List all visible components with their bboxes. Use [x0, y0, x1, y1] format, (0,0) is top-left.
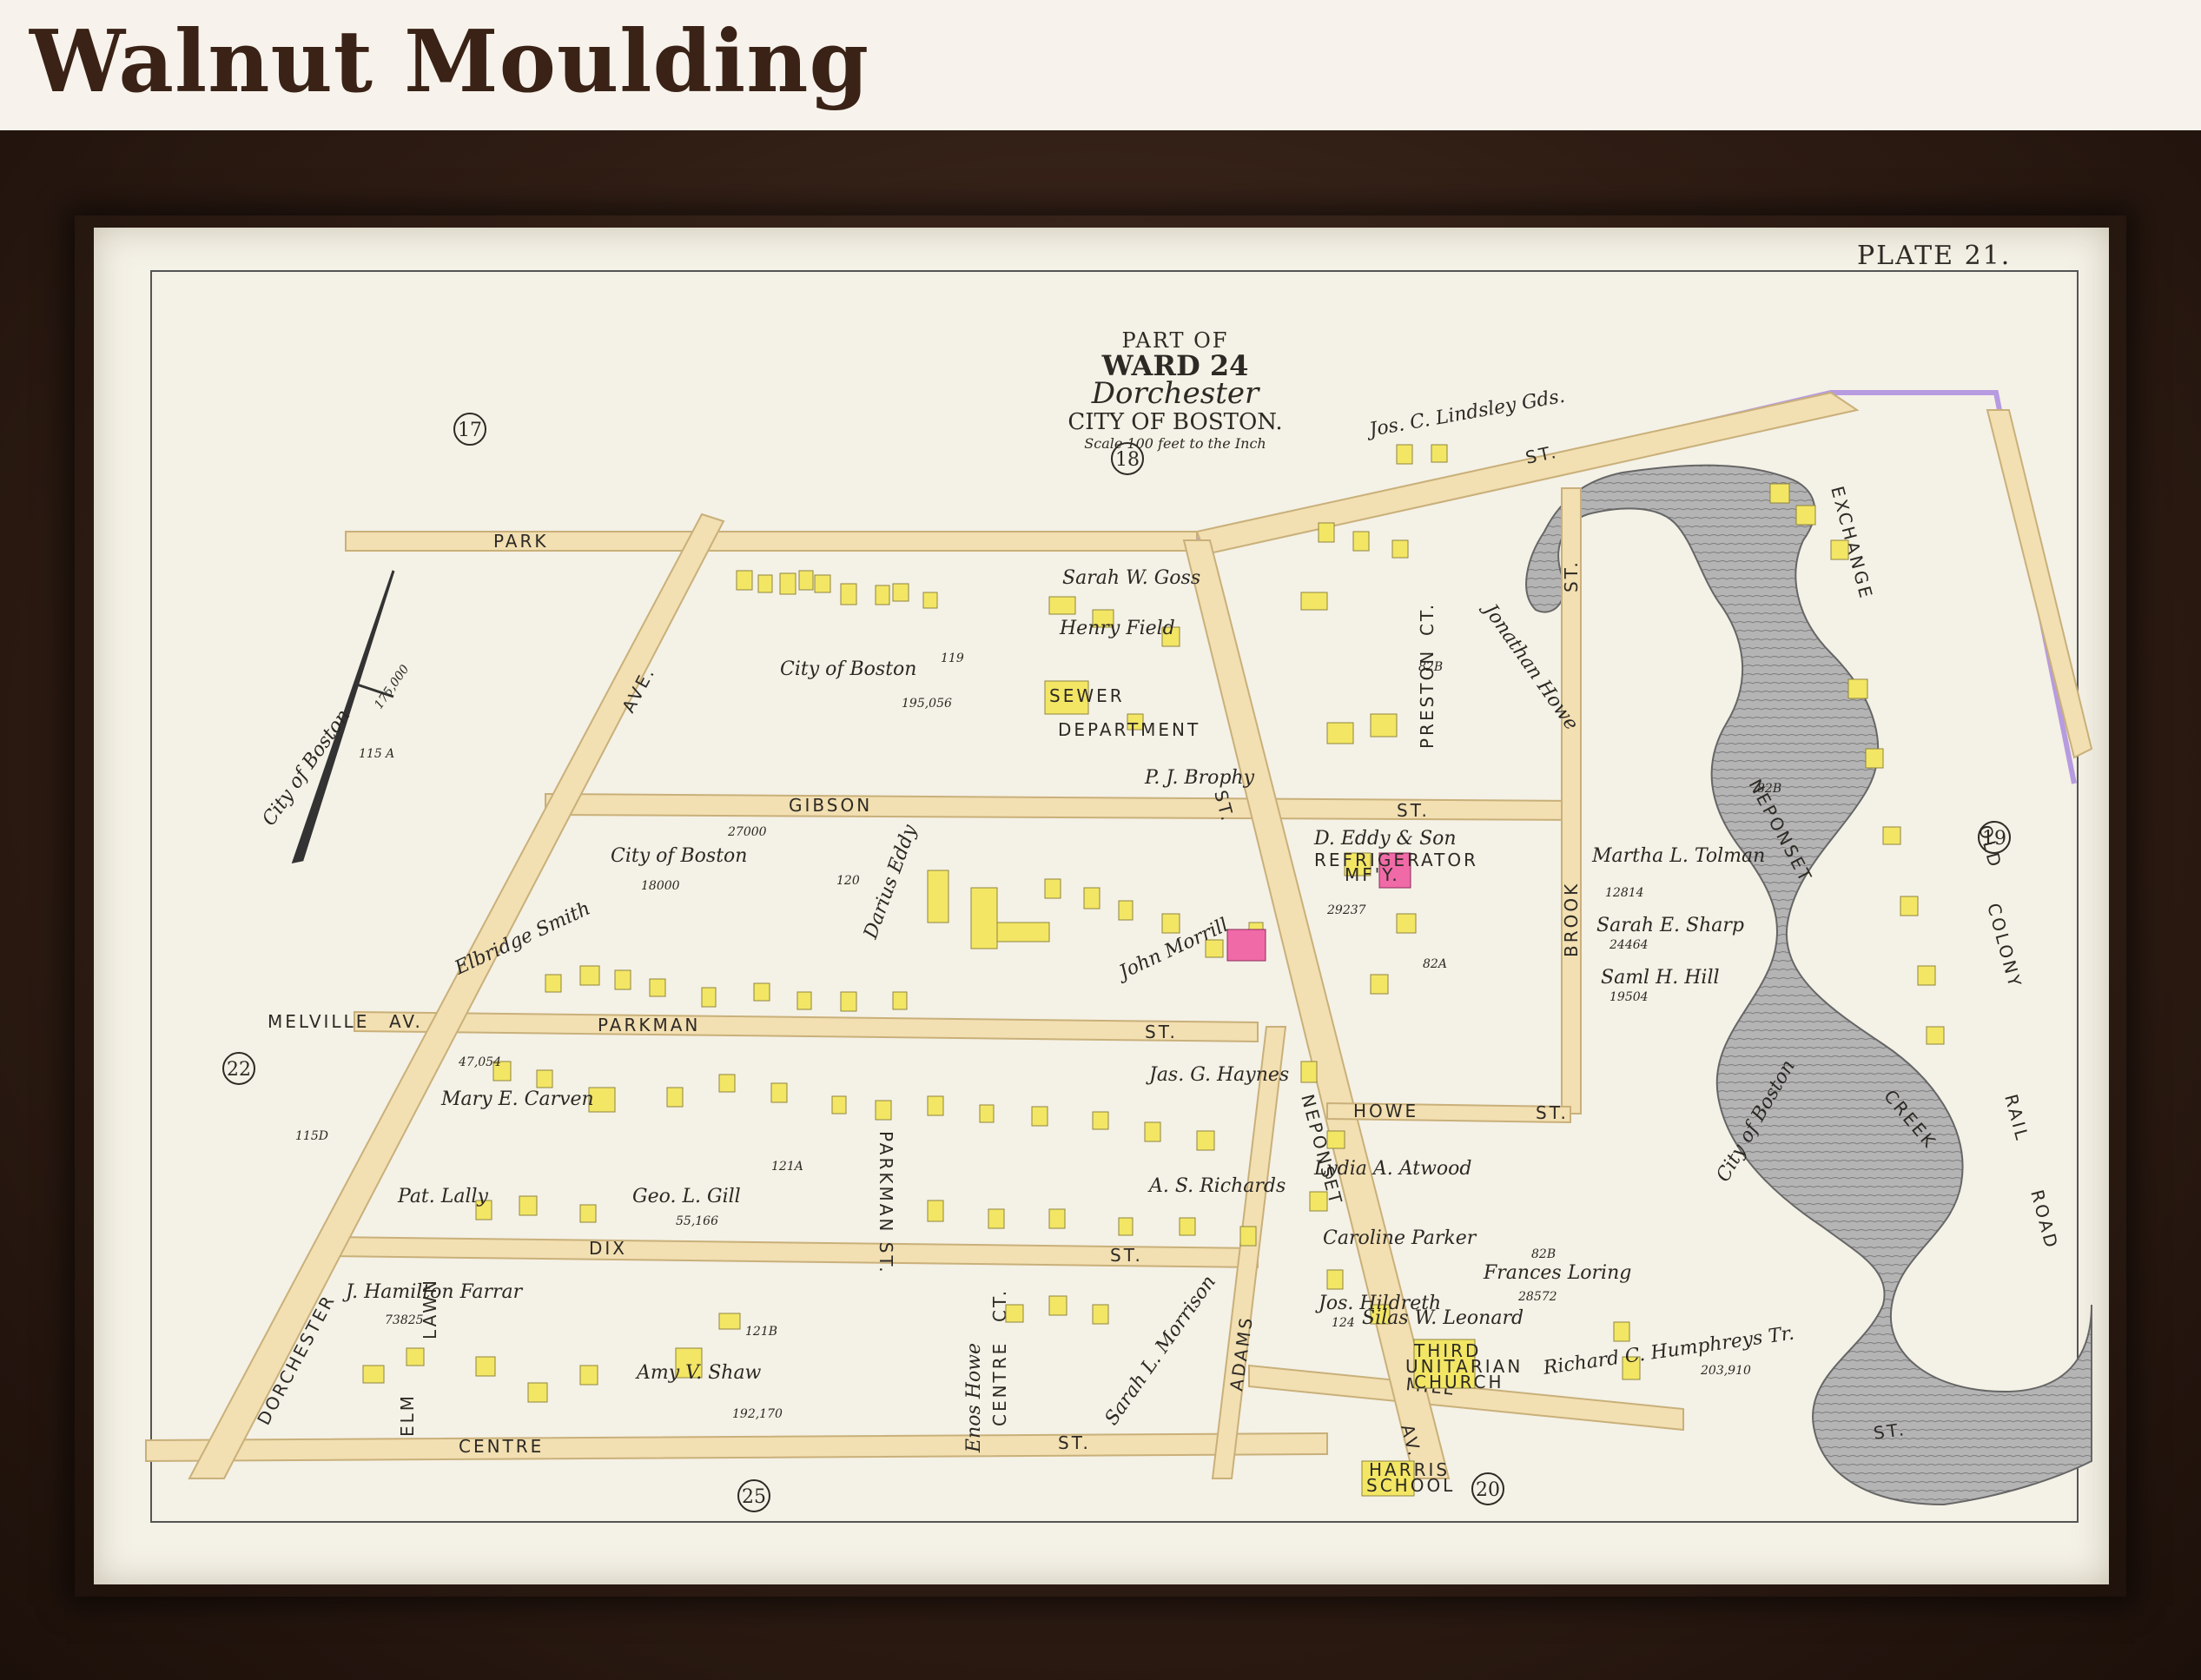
- street-neponset-st: ST.: [1210, 788, 1239, 825]
- map-canvas: PLATE 21. PART OF WARD 24 Dorchester CIT…: [145, 241, 2093, 1523]
- owner-city-boston-2-area: 195,056: [902, 697, 952, 711]
- owner-elbridge-smith: Elbridge Smith: [451, 897, 594, 979]
- area-sharp: 24464: [1609, 938, 1649, 952]
- owner-saml-hill: Saml H. Hill: [1601, 967, 1720, 989]
- owner-city-boston-1-area: 175,000: [372, 663, 412, 712]
- owner-as-richards: A. S. Richards: [1147, 1175, 1286, 1197]
- street-centre: CENTRE: [459, 1436, 544, 1457]
- owner-enos-howe: Enos Howe: [963, 1343, 985, 1453]
- street-road: ROAD: [2026, 1187, 2062, 1252]
- block-119: 119: [941, 651, 964, 665]
- block-121a: 121A: [771, 1160, 803, 1174]
- street-centre-ct: CENTRE: [989, 1341, 1010, 1426]
- section-19: 19: [1982, 828, 2006, 850]
- owner-mary-carven: Mary E. Carven: [440, 1088, 594, 1110]
- owner-silas-leonard: Silas W. Leonard: [1362, 1307, 1524, 1329]
- owner-j-hamilton: J. Hamilton Farrar: [342, 1281, 524, 1303]
- title-scale: Scale 100 feet to the Inch: [1084, 435, 1266, 452]
- street-centre-st: ST.: [1058, 1432, 1091, 1453]
- owner-jos-lindsley: Jos. C. Lindsley Gds.: [1365, 386, 1567, 442]
- owner-sarah-morrison: Sarah L. Morrison: [1100, 1272, 1220, 1430]
- area-gill: 55,166: [676, 1214, 718, 1228]
- area-shaw: 192,170: [732, 1407, 783, 1421]
- label-mfy: MF'Y.: [1345, 864, 1400, 885]
- owner-deddy: D. Eddy & Son: [1313, 828, 1457, 850]
- label-school: SCHOOL: [1366, 1475, 1455, 1496]
- street-melville-av: AV.: [389, 1011, 423, 1032]
- street-brook-st: ST.: [1561, 559, 1582, 592]
- street-howe: HOWE: [1353, 1101, 1418, 1121]
- area-farrar: 73825: [385, 1313, 424, 1327]
- street-parkman-st: ST.: [1145, 1022, 1178, 1042]
- owner-richard-humphreys: Richard C. Humphreys Tr.: [1541, 1323, 1795, 1379]
- owner-geo-gill: Geo. L. Gill: [632, 1186, 741, 1207]
- area-carven: 47,054: [458, 1055, 501, 1069]
- street-gibson: GIBSON: [789, 795, 872, 816]
- block-124: 124: [1332, 1316, 1355, 1330]
- owner-amy-shaw: Amy V. Shaw: [635, 1362, 762, 1384]
- owner-frances-loring: Frances Loring: [1483, 1262, 1631, 1284]
- map-mat: PLATE 21. PART OF WARD 24 Dorchester CIT…: [94, 228, 2109, 1584]
- walnut-frame: PLATE 21. PART OF WARD 24 Dorchester CIT…: [0, 130, 2201, 1680]
- pink-lot: [1226, 929, 1266, 962]
- section-18: 18: [1115, 449, 1140, 471]
- block-115a: 115 A: [359, 747, 394, 761]
- label-department: DEPARTMENT: [1058, 719, 1200, 740]
- owner-sarah-goss: Sarah W. Goss: [1062, 567, 1200, 589]
- street-melville: MELVILLE: [268, 1011, 369, 1032]
- map-title-block: PART OF WARD 24 Dorchester CITY OF BOSTO…: [1067, 328, 1282, 452]
- owner-sarah-sharp: Sarah E. Sharp: [1596, 915, 1744, 936]
- area-city-block-120: 27000: [727, 825, 767, 839]
- section-17: 17: [458, 420, 482, 441]
- owner-mill-lot: Pat. Lally: [397, 1186, 489, 1207]
- title-district: Dorchester: [1091, 376, 1260, 411]
- section-20: 20: [1476, 1479, 1500, 1501]
- section-25: 25: [742, 1486, 766, 1508]
- block-121b: 121B: [745, 1325, 777, 1339]
- title-city: CITY OF BOSTON.: [1067, 409, 1282, 435]
- street-parkman: PARKMAN: [598, 1015, 700, 1035]
- street-parkman-place: PARKMAN ST.: [876, 1131, 896, 1275]
- owner-darius-eddy: Darius Eddy: [860, 822, 922, 943]
- section-22: 22: [227, 1059, 251, 1081]
- block-82a: 82A: [1423, 957, 1447, 971]
- owner-city-boston-2: City of Boston: [780, 658, 916, 680]
- street-dix: DIX: [589, 1238, 627, 1259]
- block-82b-mid: 82B: [1757, 782, 1781, 796]
- block-120: 120: [836, 874, 860, 888]
- label-sewer: SEWER: [1049, 685, 1125, 706]
- block-115d: 115D: [295, 1129, 328, 1143]
- street-colony: COLONY: [1983, 901, 2026, 991]
- owner-lydia-atwood: Lydia A. Atwood: [1313, 1158, 1472, 1180]
- street-rail: RAIL: [2000, 1092, 2033, 1144]
- area-loring: 28572: [1517, 1290, 1557, 1304]
- plate-label: PLATE 21.: [1857, 241, 2011, 271]
- banner: Walnut Moulding: [0, 0, 2201, 130]
- area-humphreys: 203,910: [1700, 1364, 1751, 1378]
- street-elm: ELM: [397, 1393, 418, 1437]
- owner-jos-haynes: Jas. G. Haynes: [1146, 1064, 1289, 1086]
- owner-pj-brophy: P. J. Brophy: [1144, 767, 1255, 789]
- owner-city-boston-1: City of Boston: [258, 705, 354, 830]
- street-preston-ct: CT.: [1417, 602, 1438, 636]
- block-82b-top: 82B: [1418, 660, 1443, 674]
- owner-caroline-parker: Caroline Parker: [1323, 1227, 1477, 1249]
- street-howe-st: ST.: [1536, 1102, 1569, 1123]
- street-park: PARK: [493, 531, 548, 552]
- block-82b-low: 82B: [1531, 1247, 1556, 1261]
- owner-henry-field: Henry Field: [1059, 618, 1175, 639]
- label-church: CHURCH: [1414, 1372, 1504, 1392]
- banner-title: Walnut Moulding: [30, 12, 870, 112]
- owner-city-boston-3-area: 18000: [641, 879, 680, 893]
- area-refrig: 29237: [1326, 903, 1366, 917]
- street-brook: BROOK: [1561, 882, 1582, 957]
- street-dix-st: ST.: [1110, 1245, 1143, 1266]
- owner-martha-tolman: Martha L. Tolman: [1591, 845, 1765, 867]
- street-gibson-st: ST.: [1397, 800, 1430, 821]
- area-hill: 19504: [1609, 990, 1649, 1004]
- owner-city-boston-3: City of Boston: [611, 845, 747, 867]
- area-tolman: 12814: [1605, 886, 1644, 900]
